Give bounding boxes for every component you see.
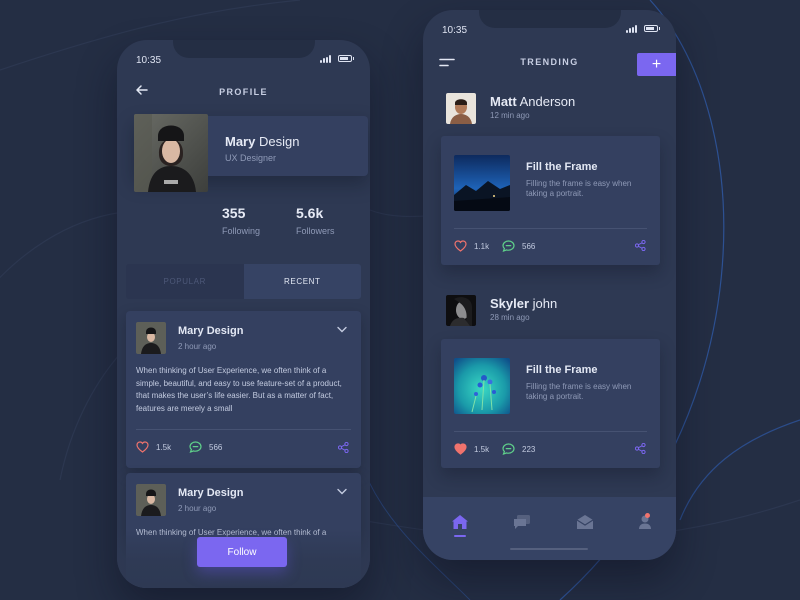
notification-dot	[645, 513, 650, 518]
post-timestamp: 2 hour ago	[178, 342, 217, 351]
following-label: Following	[222, 226, 261, 236]
chevron-down-icon[interactable]	[337, 326, 347, 333]
comment-action[interactable]: 566	[189, 441, 222, 453]
feed-divider	[454, 228, 647, 229]
feed-description: Filling the frame is easy when taking a …	[526, 382, 632, 401]
battery-icon	[338, 55, 354, 62]
tab-recent[interactable]: RECENT	[243, 264, 361, 299]
post-card: Mary Design 2 hour ago When thinking of …	[126, 311, 361, 468]
feed-card[interactable]: Fill the Frame Filling the frame is easy…	[441, 136, 660, 265]
post-divider	[136, 429, 351, 430]
status-time: 10:35	[136, 55, 162, 66]
followers-label: Followers	[296, 226, 335, 236]
mail-icon[interactable]	[576, 514, 594, 530]
battery-icon	[644, 25, 660, 32]
profile-role: UX Designer	[225, 153, 277, 163]
post-author-name: Mary Design	[178, 487, 244, 499]
like-action[interactable]: 1.5k	[454, 443, 489, 455]
home-indicator	[510, 548, 588, 550]
comment-icon	[189, 441, 202, 453]
user-name[interactable]: Matt Anderson	[490, 94, 575, 109]
comment-count: 566	[522, 241, 536, 251]
like-action[interactable]: 1.1k	[454, 240, 489, 252]
like-count: 1.5k	[474, 444, 490, 454]
comment-count: 223	[522, 444, 536, 454]
profile-phone: 10:35 PROFILE Mary Design UX Designer 35…	[117, 40, 370, 588]
signal-icon	[626, 25, 637, 33]
comment-action[interactable]: 566	[502, 240, 535, 252]
comment-count: 566	[209, 442, 223, 452]
feed-title: Fill the Frame	[526, 364, 598, 376]
post-timestamp: 2 hour ago	[178, 504, 217, 513]
active-nav-indicator	[454, 535, 466, 537]
chevron-down-icon[interactable]	[337, 488, 347, 495]
heart-outline-icon	[454, 240, 467, 252]
following-count: 355	[222, 205, 246, 221]
comment-icon	[502, 240, 515, 252]
user-avatar[interactable]	[446, 295, 476, 326]
feed-thumbnail	[454, 358, 510, 414]
feed-thumbnail	[454, 155, 510, 211]
share-icon[interactable]	[635, 240, 646, 251]
follow-button[interactable]: Follow	[197, 537, 287, 567]
post-timestamp: 28 min ago	[490, 313, 530, 322]
comment-icon	[502, 443, 515, 455]
phone-notch	[172, 40, 315, 58]
post-author-avatar	[136, 484, 166, 516]
feed-divider	[454, 431, 647, 432]
add-post-button[interactable]: +	[637, 53, 676, 76]
comment-action[interactable]: 223	[502, 443, 535, 455]
like-count: 1.1k	[474, 241, 490, 251]
heart-filled-icon	[454, 443, 467, 455]
heart-outline-icon	[136, 441, 149, 453]
home-icon[interactable]	[451, 514, 469, 530]
profile-avatar	[134, 114, 208, 192]
post-timestamp: 12 min ago	[490, 111, 530, 120]
phone-notch	[478, 10, 621, 28]
feed-description: Filling the frame is easy when taking a …	[526, 179, 632, 198]
trending-phone: 10:35 TRENDING + Matt Anderson 12 min ag…	[423, 10, 676, 560]
post-author-name: Mary Design	[178, 325, 244, 337]
chat-icon[interactable]	[513, 514, 531, 530]
post-card: Mary Design 2 hour ago When thinking of …	[126, 473, 361, 588]
share-icon[interactable]	[338, 442, 349, 453]
feed-title: Fill the Frame	[526, 161, 598, 173]
profile-name: Mary Design	[225, 134, 300, 149]
post-author-avatar	[136, 322, 166, 354]
followers-count: 5.6k	[296, 205, 324, 221]
signal-icon	[320, 55, 331, 63]
bottom-nav	[423, 497, 676, 560]
user-avatar[interactable]	[446, 93, 476, 124]
feed-card[interactable]: Fill the Frame Filling the frame is easy…	[441, 339, 660, 468]
user-name[interactable]: Skyler john	[490, 296, 557, 311]
like-action[interactable]: 1.5k	[136, 441, 171, 453]
post-tabs: POPULAR RECENT	[126, 264, 361, 299]
like-count: 1.5k	[156, 442, 172, 452]
page-title: PROFILE	[219, 87, 268, 97]
post-body: When thinking of User Experience, we oft…	[136, 366, 342, 413]
tab-popular[interactable]: POPULAR	[126, 264, 244, 299]
status-time: 10:35	[442, 25, 468, 36]
share-icon[interactable]	[635, 443, 646, 454]
